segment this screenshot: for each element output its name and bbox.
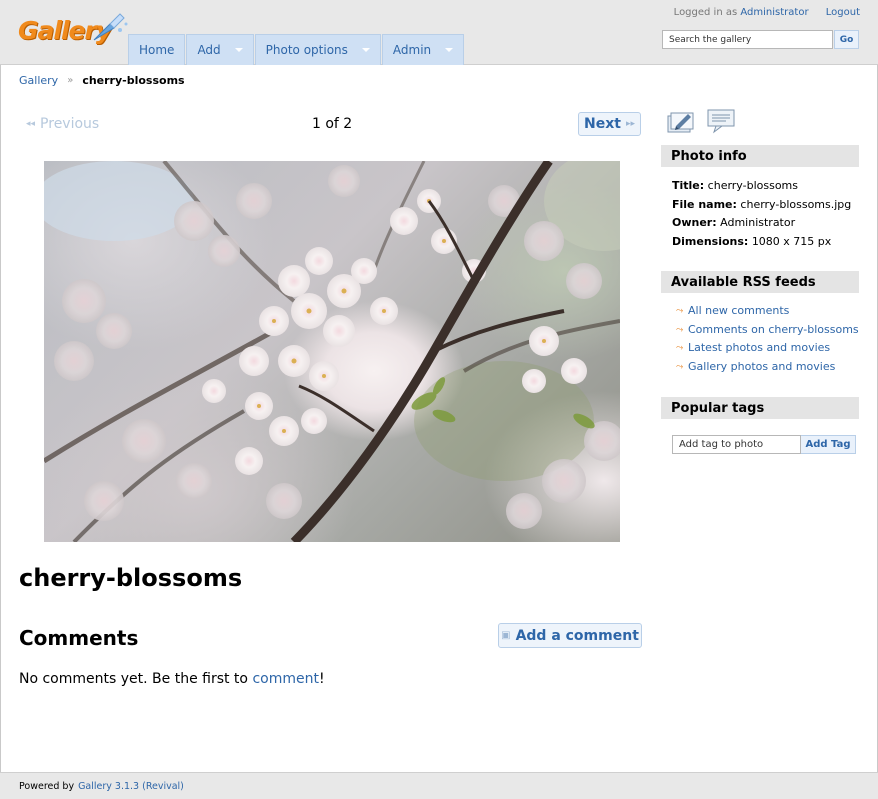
edit-photo-icon[interactable] [666, 108, 696, 134]
info-filename-label: File name: [672, 197, 737, 211]
menu-admin-label: Admin [392, 43, 432, 57]
main-menu: Home Add Photo options Admin [128, 34, 465, 65]
gallery-version-link[interactable]: Gallery 3.1.3 (Revival) [78, 781, 184, 792]
rss-item-label: Latest photos and movies [688, 341, 831, 354]
no-comments-suffix: ! [318, 671, 325, 687]
main-photo[interactable] [44, 161, 620, 542]
footer: Powered by Gallery 3.1.3 (Revival) [0, 772, 878, 799]
search-input[interactable] [662, 30, 833, 49]
info-filename-row: File name: cherry-blossoms.jpg [672, 196, 851, 215]
next-arrow-icon: ▸▸ [625, 119, 635, 129]
comment-icon: ▣ [501, 630, 511, 641]
rss-icon: ⤳ [676, 343, 684, 353]
add-tag-form: Add Tag [672, 435, 856, 454]
info-owner-label: Owner: [672, 216, 717, 229]
rss-item-label: Gallery photos and movies [688, 359, 836, 373]
login-status: Logged in as Administrator Logout [674, 7, 860, 18]
search-form: Go [662, 30, 859, 49]
rss-item-label: All new comments [688, 304, 790, 317]
rss-item-gallery-photos[interactable]: ⤳ Gallery photos and movies [676, 358, 859, 377]
rss-item-all-comments[interactable]: ⤳ All new comments [676, 302, 859, 321]
rss-heading: Available RSS feeds [661, 271, 859, 293]
chevron-down-icon [361, 48, 370, 52]
comment-link[interactable]: comment [252, 671, 319, 687]
previous-label: Previous [40, 116, 100, 132]
previous-arrow-icon: ◂◂ [26, 119, 36, 129]
menu-add-label: Add [197, 43, 221, 57]
add-comment-label: Add a comment [515, 627, 639, 644]
next-button[interactable]: Next ▸▸ [578, 112, 641, 136]
logo-brush-icon [93, 13, 128, 41]
powered-by-label: Powered by [19, 780, 75, 792]
menu-admin[interactable]: Admin [381, 34, 465, 65]
info-title-label: Title: [672, 179, 705, 192]
chevron-down-icon [234, 48, 243, 52]
gallery-logo[interactable]: Gallery [18, 12, 128, 52]
cherry-blossom-photo-image [44, 161, 620, 542]
photo-info-heading: Photo info [661, 145, 859, 167]
breadcrumb-current: cherry-blossoms [82, 74, 185, 87]
breadcrumb-separator: » [67, 75, 74, 86]
header: Gallery Home Add Photo options Admin Log… [0, 0, 878, 65]
popular-tags-heading: Popular tags [661, 397, 859, 419]
info-title-row: Title: cherry-blossoms [672, 177, 851, 196]
logged-in-prefix: Logged in as [673, 7, 738, 18]
photo-info-list: Title: cherry-blossoms File name: cherry… [672, 177, 851, 251]
info-owner-value: Administrator [720, 216, 796, 229]
logout-link[interactable]: Logout [826, 7, 860, 18]
photo-title: cherry-blossoms [19, 564, 243, 592]
add-comment-button[interactable]: ▣ Add a comment [498, 623, 642, 648]
rss-icon: ⤳ [676, 324, 684, 335]
rss-item-latest-photos[interactable]: ⤳ Latest photos and movies [676, 339, 859, 358]
search-go-button[interactable]: Go [834, 30, 859, 49]
comments-view-icon[interactable] [706, 108, 736, 134]
previous-button: ◂◂ Previous [26, 116, 99, 132]
menu-add[interactable]: Add [186, 34, 254, 65]
chevron-down-icon [445, 48, 454, 52]
breadcrumb-gallery[interactable]: Gallery [19, 74, 58, 87]
info-dimensions-row: Dimensions: 1080 x 715 px [672, 233, 851, 252]
info-owner-row: Owner: Administrator [672, 214, 851, 233]
add-tag-button[interactable]: Add Tag [801, 435, 856, 454]
menu-photo-options[interactable]: Photo options [254, 34, 381, 65]
rss-item-label: Comments on cherry-blossoms [688, 322, 859, 336]
menu-photo-options-label: Photo options [265, 43, 348, 57]
rss-item-photo-comments[interactable]: ⤳ Comments on cherry-blossoms [676, 321, 859, 340]
rss-icon: ⤳ [676, 361, 684, 372]
next-label: Next [584, 116, 621, 132]
no-comments-message: No comments yet. Be the first to comment… [19, 671, 325, 687]
info-dimensions-value: 1080 x 715 px [751, 234, 832, 248]
info-title-value: cherry-blossoms [707, 179, 799, 192]
rss-icon: ⤳ [676, 306, 684, 316]
no-comments-prefix: No comments yet. Be the first to [19, 671, 248, 687]
pager-count: 1 of 2 [312, 116, 353, 132]
rss-list: ⤳ All new comments ⤳ Comments on cherry-… [676, 302, 859, 376]
comments-heading: Comments [19, 626, 139, 650]
info-filename-value: cherry-blossoms.jpg [740, 197, 852, 211]
user-link[interactable]: Administrator [740, 7, 808, 18]
tag-input[interactable] [672, 435, 801, 454]
menu-home[interactable]: Home [128, 34, 186, 65]
info-dimensions-label: Dimensions: [672, 234, 749, 248]
sidebar-tool-icons [666, 108, 736, 134]
breadcrumb: Gallery » cherry-blossoms [19, 74, 185, 87]
menu-home-label: Home [139, 43, 175, 57]
